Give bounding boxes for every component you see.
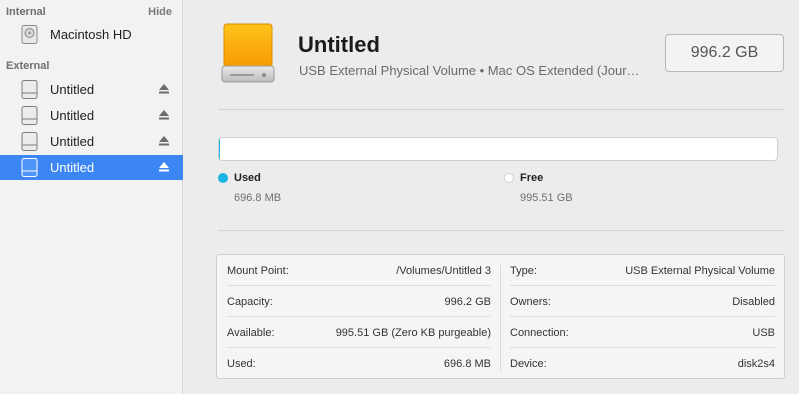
info-key: Connection: bbox=[510, 327, 569, 339]
sidebar-item-label: Untitled bbox=[50, 160, 95, 175]
eject-icon[interactable] bbox=[158, 161, 170, 173]
internal-disk-icon bbox=[21, 25, 38, 44]
eject-icon[interactable] bbox=[158, 83, 170, 95]
eject-icon[interactable] bbox=[158, 109, 170, 121]
info-key: Mount Point: bbox=[227, 265, 289, 277]
free-legend-label: Free bbox=[520, 172, 544, 184]
free-color-dot bbox=[504, 173, 514, 183]
info-value: 996.2 GB bbox=[444, 296, 491, 308]
external-disk-icon bbox=[21, 132, 38, 151]
volume-info-table: Mount Point: /Volumes/Untitled 3 Capacit… bbox=[216, 254, 785, 379]
info-row-capacity: Capacity: 996.2 GB bbox=[227, 286, 491, 317]
external-section-header: External bbox=[6, 60, 50, 72]
info-row-owners: Owners: Disabled bbox=[510, 286, 775, 317]
sidebar-item-macintosh-hd[interactable]: Macintosh HD bbox=[0, 22, 183, 47]
external-disk-icon bbox=[21, 80, 38, 99]
volume-size-badge: 996.2 GB bbox=[665, 34, 784, 72]
sidebar-item-label: Untitled bbox=[50, 134, 95, 149]
used-legend-label: Used bbox=[234, 172, 261, 184]
info-value: disk2s4 bbox=[737, 358, 775, 370]
external-disk-icon bbox=[21, 158, 38, 177]
free-legend-value: 995.51 GB bbox=[520, 192, 573, 204]
column-divider bbox=[500, 265, 501, 371]
info-row-used: Used: 696.8 MB bbox=[227, 348, 491, 379]
sidebar: Internal Hide Macintosh HD External Unti… bbox=[0, 0, 183, 394]
info-key: Available: bbox=[227, 327, 275, 339]
info-row-type: Type: USB External Physical Volume bbox=[510, 255, 775, 286]
info-key: Device: bbox=[510, 358, 547, 370]
info-key: Type: bbox=[510, 265, 537, 277]
sidebar-item-label: Untitled bbox=[50, 82, 95, 97]
volume-detail-pane: Untitled USB External Physical Volume • … bbox=[184, 0, 799, 394]
info-key: Used: bbox=[227, 358, 256, 370]
used-color-dot bbox=[218, 173, 228, 183]
info-row-connection: Connection: USB bbox=[510, 317, 775, 348]
info-value: Disabled bbox=[732, 296, 775, 308]
internal-section-header: Internal bbox=[6, 6, 46, 18]
info-key: Capacity: bbox=[227, 296, 273, 308]
info-value: USB External Physical Volume bbox=[625, 265, 775, 277]
info-row-device: Device: disk2s4 bbox=[510, 348, 775, 379]
sidebar-item-untitled-3[interactable]: Untitled bbox=[0, 129, 183, 154]
sidebar-item-label: Untitled bbox=[50, 108, 95, 123]
divider bbox=[218, 230, 784, 231]
used-legend-value: 696.8 MB bbox=[234, 192, 282, 204]
sidebar-item-untitled-1[interactable]: Untitled bbox=[0, 77, 183, 102]
orange-external-drive-icon bbox=[221, 23, 275, 83]
info-row-mount-point: Mount Point: /Volumes/Untitled 3 bbox=[227, 255, 491, 286]
sidebar-item-untitled-4[interactable]: Untitled bbox=[0, 155, 183, 180]
info-value: 696.8 MB bbox=[443, 358, 491, 370]
info-value: /Volumes/Untitled 3 bbox=[396, 265, 491, 277]
volume-subtitle: USB External Physical Volume • Mac OS Ex… bbox=[299, 63, 640, 78]
divider bbox=[218, 109, 784, 110]
info-value: USB bbox=[752, 327, 775, 339]
external-disk-icon bbox=[21, 106, 38, 125]
hide-button[interactable]: Hide bbox=[148, 6, 172, 18]
eject-icon[interactable] bbox=[158, 135, 170, 147]
volume-title: Untitled bbox=[298, 32, 380, 57]
sidebar-item-untitled-2[interactable]: Untitled bbox=[0, 103, 183, 128]
info-key: Owners: bbox=[510, 296, 551, 308]
usage-bar bbox=[218, 137, 778, 161]
sidebar-item-label: Macintosh HD bbox=[50, 27, 132, 42]
info-row-available: Available: 995.51 GB (Zero KB purgeable) bbox=[227, 317, 491, 348]
info-value: 995.51 GB (Zero KB purgeable) bbox=[335, 327, 491, 339]
